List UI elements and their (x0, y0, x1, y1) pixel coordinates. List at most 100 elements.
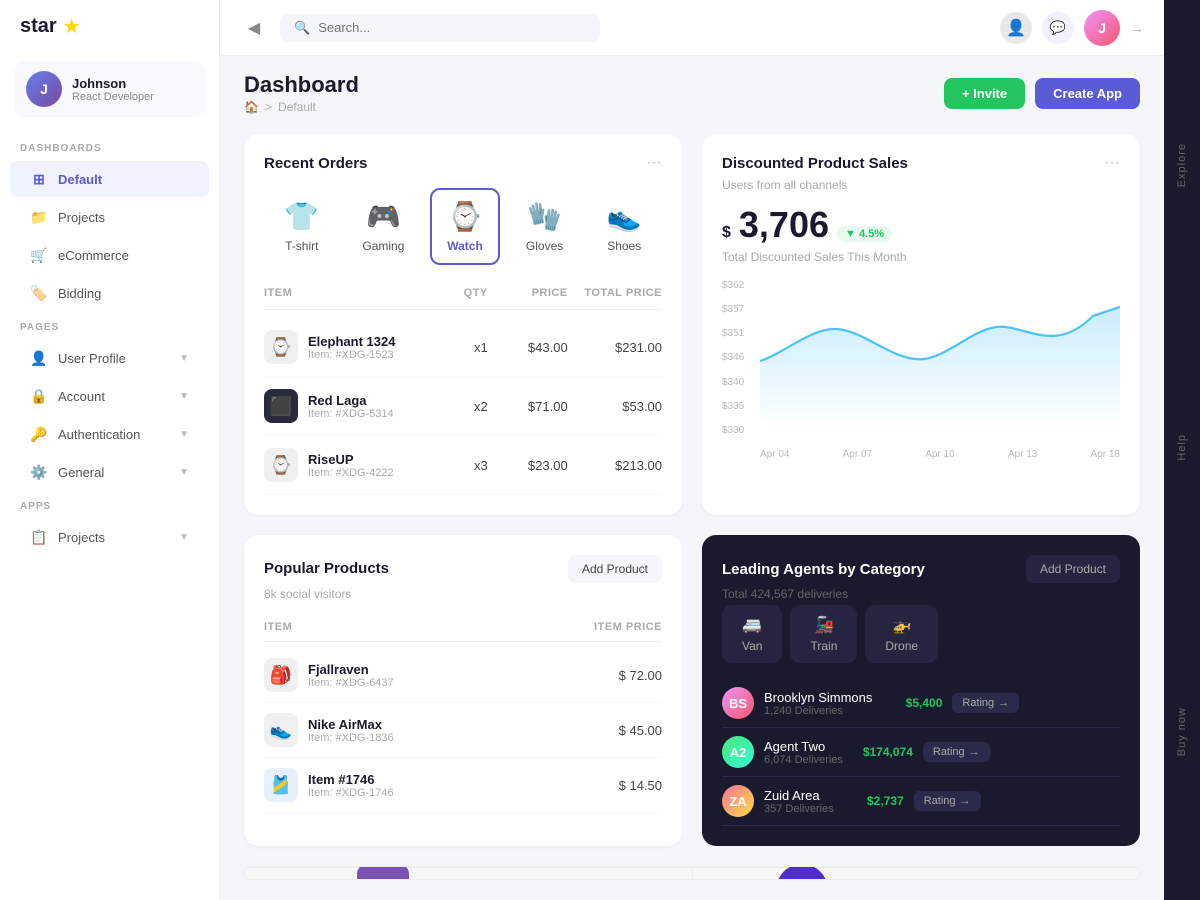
logo-text: star (20, 15, 57, 38)
item-price: $23.00 (496, 458, 568, 473)
tab-gaming[interactable]: 🎮 Gaming (346, 188, 420, 265)
aspnet-text: ASP.NET Core 7 (842, 874, 1055, 880)
item-details: RiseUP Item: #XDG-4222 (308, 452, 394, 479)
tab-label: Van (742, 639, 762, 653)
item-info: ⬛ Red Laga Item: #XDG-5314 (264, 389, 408, 423)
item-qty: x1 (416, 340, 488, 355)
tab-label: T-shirt (285, 239, 318, 253)
sidebar-item-label: Projects (58, 530, 105, 545)
agent-name: Zuid Area (764, 788, 834, 803)
sales-number: 3,706 (739, 204, 829, 246)
item-image: ⌚ (264, 330, 298, 364)
add-product-button[interactable]: Add Product (568, 555, 662, 583)
agents-add-button[interactable]: Add Product (1026, 555, 1120, 583)
x-label: Apr 07 (843, 449, 872, 460)
rating-button[interactable]: Rating → (923, 742, 990, 762)
user-avatar-main[interactable]: J (1084, 10, 1120, 46)
item-id: Item: #XDG-5314 (308, 408, 394, 420)
sidebar-item-general[interactable]: ⚙️ General ▼ (10, 454, 209, 490)
rating-button[interactable]: Rating → (914, 791, 981, 811)
item-info: ⌚ RiseUP Item: #XDG-4222 (264, 448, 408, 482)
tab-drone[interactable]: 🚁 Drone (865, 605, 938, 663)
sidebar-item-default[interactable]: ⊞ Default (10, 161, 209, 197)
tab-gloves[interactable]: 🧤 Gloves (510, 188, 580, 265)
rating-button[interactable]: Rating → (952, 693, 1019, 713)
item-name: Red Laga (308, 393, 394, 408)
item-name: Elephant 1324 (308, 334, 395, 349)
y-label: $357 (722, 304, 744, 315)
gaming-icon: 🎮 (366, 200, 401, 233)
col-price: ITEM PRICE (529, 621, 662, 633)
product-price: $ 72.00 (529, 668, 662, 683)
arrow-right-icon: → (1130, 20, 1144, 36)
sales-menu-icon[interactable]: ··· (1104, 154, 1120, 172)
create-app-button[interactable]: Create App (1035, 78, 1140, 109)
discounted-sales-card: Discounted Product Sales ··· Users from … (702, 134, 1140, 515)
buy-now-label[interactable]: Buy now (1176, 699, 1188, 764)
tab-label: Watch (447, 239, 483, 253)
category-tabs: 👕 T-shirt 🎮 Gaming ⌚ Watch 🧤 Gloves (264, 188, 662, 265)
tab-shoes[interactable]: 👟 Shoes (589, 188, 659, 265)
sidebar-item-projects[interactable]: 📁 Projects (10, 199, 209, 235)
train-icon: 🚂 (814, 615, 834, 635)
product-image: 🎒 (264, 658, 298, 692)
tab-label: Drone (885, 639, 918, 653)
notifications-button[interactable]: 💬 (1042, 12, 1074, 44)
bootstrap-logo: B (357, 866, 409, 880)
logo-star-icon: ★ (63, 14, 81, 39)
chevron-down-icon: ▼ (179, 429, 189, 440)
avatar-sm[interactable]: 👤 (1000, 12, 1032, 44)
tab-watch[interactable]: ⌚ Watch (430, 188, 500, 265)
product-name: Nike AirMax (308, 717, 394, 732)
sidebar-item-account[interactable]: 🔒 Account ▼ (10, 378, 209, 414)
sidebar-item-user-profile[interactable]: 👤 User Profile ▼ (10, 340, 209, 376)
sidebar-item-label: Bidding (58, 286, 101, 301)
watch-icon: ⌚ (448, 200, 483, 233)
y-label: $351 (722, 328, 744, 339)
collapse-button[interactable]: ◀ (240, 14, 268, 42)
item-image: ⌚ (264, 448, 298, 482)
page-title-area: Dashboard 🏠 > Default (244, 72, 359, 114)
item-total: $213.00 (576, 458, 662, 473)
aspnet-banner: Cre ASP.NET Core 7 (692, 867, 1140, 880)
product-name: Fjallraven (308, 662, 394, 677)
lock-icon: 🔒 (30, 387, 48, 405)
table-row: A2 Agent Two 6,074 Deliveries $174,074 R… (722, 728, 1120, 777)
invite-button[interactable]: + Invite (944, 78, 1025, 109)
tab-van[interactable]: 🚐 Van (722, 605, 782, 663)
x-label: Apr 18 (1091, 449, 1120, 460)
agent-earnings: $5,400 (882, 696, 942, 710)
agent-name: Agent Two (764, 739, 843, 754)
item-name: RiseUP (308, 452, 394, 467)
van-icon: 🚐 (742, 615, 762, 635)
search-input[interactable] (318, 20, 518, 35)
tab-train[interactable]: 🚂 Train (790, 605, 857, 663)
tab-tshirt[interactable]: 👕 T-shirt (267, 188, 337, 265)
bottom-cards-row: Popular Products Add Product 8k social v… (244, 535, 1140, 846)
y-label: $335 (722, 401, 744, 412)
y-label: $346 (722, 352, 744, 363)
sidebar-item-ecommerce[interactable]: 🛒 eCommerce (10, 237, 209, 273)
explore-label[interactable]: Explore (1176, 135, 1188, 195)
col-item: ITEM (264, 287, 408, 299)
item-id: Item: #XDG-1523 (308, 349, 395, 361)
sidebar-item-projects-app[interactable]: 📋 Projects ▼ (10, 519, 209, 555)
logo: star ★ (0, 0, 219, 53)
product-details: Nike AirMax Item: #XDG-1836 (308, 717, 394, 744)
search-bar[interactable]: 🔍 (280, 14, 600, 42)
agent-category-tabs: 🚐 Van 🚂 Train 🚁 Drone (722, 605, 1120, 663)
chevron-down-icon: ▼ (179, 353, 189, 364)
topbar-actions: 👤 💬 J → (1000, 10, 1144, 46)
sidebar-item-bidding[interactable]: 🏷️ Bidding (10, 275, 209, 311)
sidebar-item-authentication[interactable]: 🔑 Authentication ▼ (10, 416, 209, 452)
sidebar-item-label: Account (58, 389, 105, 404)
tab-label: Gaming (362, 239, 404, 253)
x-label: Apr 04 (760, 449, 789, 460)
orders-menu-icon[interactable]: ··· (646, 154, 662, 172)
help-label[interactable]: Help (1176, 426, 1188, 469)
breadcrumb-separator: > (265, 100, 272, 114)
tab-label: Gloves (526, 239, 563, 253)
user-icon: 👤 (30, 349, 48, 367)
user-profile-card[interactable]: J Johnson React Developer (14, 61, 205, 117)
product-info: 🎽 Item #1746 Item: #XDG-1746 (264, 768, 529, 802)
